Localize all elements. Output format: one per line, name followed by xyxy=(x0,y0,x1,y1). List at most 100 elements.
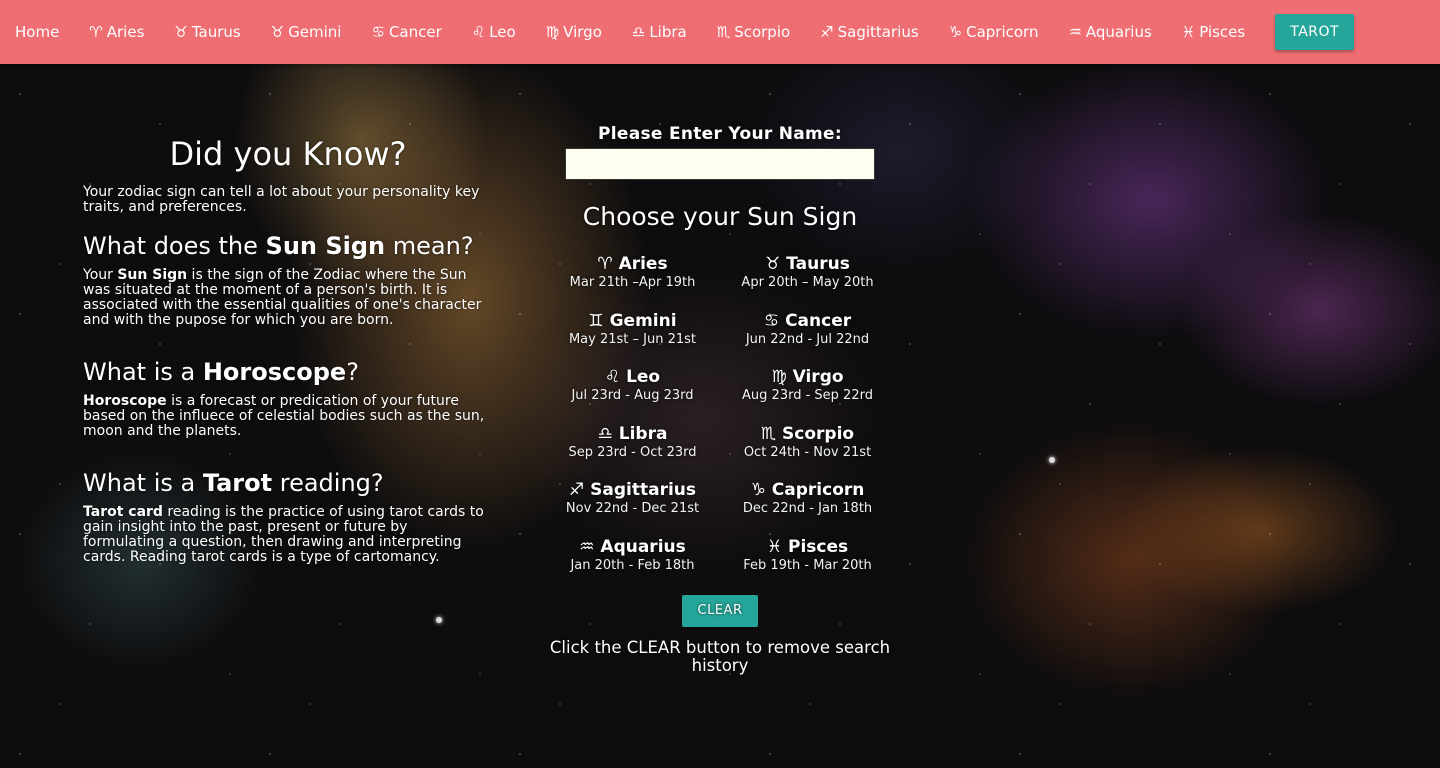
sun-sign-grid: ♈ Aries Mar 21th –Apr 19th ♉ Taurus Apr … xyxy=(545,253,895,593)
nav-link-label: Taurus xyxy=(191,23,241,41)
nav-scorpio-link[interactable]: ♏ Scorpio xyxy=(717,23,790,41)
sign-name: Leo xyxy=(626,367,661,388)
leo-icon: ♌ xyxy=(471,23,486,41)
sign-aries[interactable]: ♈ Aries Mar 21th –Apr 19th xyxy=(545,253,720,310)
info-panel: Did you Know? Your zodiac sign can tell … xyxy=(83,135,493,565)
clear-button[interactable]: CLEAR xyxy=(682,594,758,627)
pisces-icon: ♓ xyxy=(1181,23,1196,41)
virgo-icon: ♍ xyxy=(771,367,787,388)
clear-hint-text: Click the CLEAR button to remove search … xyxy=(549,637,891,675)
star-decoration xyxy=(1049,457,1055,463)
nav-link-label: Libra xyxy=(649,23,687,41)
tarot-heading: What is a Tarot reading? xyxy=(83,469,384,497)
sign-dates: Dec 22nd - Jan 18th xyxy=(742,501,873,517)
sign-name: Virgo xyxy=(792,367,844,388)
nav-leo-link[interactable]: ♌ Leo xyxy=(472,23,516,41)
star-decoration xyxy=(436,617,442,623)
info-title: Did you Know? xyxy=(169,135,407,173)
sign-sagittarius[interactable]: ♐ Sagittarius Nov 22nd - Dec 21st xyxy=(545,479,720,536)
horoscope-text: Horoscope is a forecast or predication o… xyxy=(83,393,485,439)
nav-link-label: Capricorn xyxy=(966,23,1039,41)
nav-link-label: Pisces xyxy=(1199,23,1246,41)
sign-name: Sagittarius xyxy=(590,480,697,501)
nav-link-label: Aries xyxy=(106,23,145,41)
sign-dates: Apr 20th – May 20th xyxy=(741,275,874,290)
nav-link-label: Sagittarius xyxy=(837,23,919,41)
nav-libra-link[interactable]: ♎ Libra xyxy=(632,23,687,41)
pisces-icon: ♓ xyxy=(766,536,783,557)
aries-icon: ♈ xyxy=(597,254,613,274)
name-input[interactable] xyxy=(565,148,875,180)
sign-pisces[interactable]: ♓ Pisces Feb 19th - Mar 20th xyxy=(720,536,895,593)
sign-dates: Feb 19th - Mar 20th xyxy=(743,557,872,573)
cancer-icon: ♋ xyxy=(371,23,385,41)
nav-link-label: Scorpio xyxy=(734,23,791,41)
gemini-icon: ♉ xyxy=(270,23,285,41)
sign-name: Libra xyxy=(618,423,668,444)
sign-dates: Jul 23rd - Aug 23rd xyxy=(571,388,694,404)
sign-selection-panel: Please Enter Your Name: Choose your Sun … xyxy=(545,124,895,675)
cancer-icon: ♋ xyxy=(763,310,780,331)
tarot-text: Tarot card reading is the practice of us… xyxy=(83,504,484,565)
aquarius-icon: ♒ xyxy=(579,536,595,557)
sign-aquarius[interactable]: ♒ Aquarius Jan 20th - Feb 18th xyxy=(545,536,720,593)
sign-dates: May 21st – Jun 21st xyxy=(568,331,697,347)
nav-link-label: Cancer xyxy=(388,23,442,41)
sign-name: Capricorn xyxy=(771,480,865,501)
libra-icon: ♎ xyxy=(597,423,613,444)
nav-sagittarius-link[interactable]: ♐ Sagittarius xyxy=(820,23,918,41)
sign-virgo[interactable]: ♍ Virgo Aug 23rd - Sep 22rd xyxy=(720,366,895,423)
sign-leo[interactable]: ♌ Leo Jul 23rd - Aug 23rd xyxy=(545,366,720,423)
horoscope-heading: What is a Horoscope? xyxy=(83,358,359,386)
sign-name: Taurus xyxy=(786,254,850,274)
sign-gemini[interactable]: ♊ Gemini May 21st – Jun 21st xyxy=(545,310,720,367)
nav-taurus-link[interactable]: ♉ Taurus xyxy=(174,23,240,41)
sign-capricorn[interactable]: ♑ Capricorn Dec 22nd - Jan 18th xyxy=(720,479,895,536)
sign-cancer[interactable]: ♋ Cancer Jun 22nd - Jul 22nd xyxy=(720,310,895,367)
sign-scorpio[interactable]: ♏ Scorpio Oct 24th - Nov 21st xyxy=(720,423,895,480)
nav-virgo-link[interactable]: ♍ Virgo xyxy=(546,23,602,41)
aquarius-icon: ♒ xyxy=(1068,23,1082,41)
libra-icon: ♎ xyxy=(631,23,646,41)
leo-icon: ♌ xyxy=(604,367,621,388)
nav-cancer-link[interactable]: ♋ Cancer xyxy=(371,23,441,41)
sign-taurus[interactable]: ♉ Taurus Apr 20th – May 20th xyxy=(720,253,895,310)
sign-dates: Oct 24th - Nov 21st xyxy=(743,444,872,460)
sun-sign-heading: What does the Sun Sign mean? xyxy=(83,232,474,260)
sign-dates: Mar 21th –Apr 19th xyxy=(569,275,696,290)
nav-capricorn-link[interactable]: ♑ Capricorn xyxy=(949,23,1039,41)
sagittarius-icon: ♐ xyxy=(820,23,834,41)
sign-name: Aries xyxy=(618,254,668,274)
nav-link-label: Leo xyxy=(489,23,516,41)
sun-sign-text: Your Sun Sign is the sign of the Zodiac … xyxy=(83,267,482,328)
intro-text: Your zodiac sign can tell a lot about yo… xyxy=(83,184,480,215)
nav-link-label: Gemini xyxy=(288,23,342,41)
name-label: Please Enter Your Name: xyxy=(597,124,842,144)
sign-name: Aquarius xyxy=(600,536,686,557)
nav-aquarius-link[interactable]: ♒ Aquarius xyxy=(1068,23,1151,41)
sign-name: Cancer xyxy=(785,310,852,331)
sign-dates: Jan 20th - Feb 18th xyxy=(570,557,695,573)
sign-dates: Sep 23rd - Oct 23rd xyxy=(568,444,697,460)
sagittarius-icon: ♐ xyxy=(568,480,585,501)
top-navbar: Home ♈ Aries ♉ Taurus ♉ Gemini ♋ Cancer ♌ Leo… xyxy=(0,0,1440,64)
nav-link-label: Aquarius xyxy=(1085,23,1152,41)
taurus-icon: ♉ xyxy=(174,23,188,41)
nav-aries-link[interactable]: ♈ Aries xyxy=(89,23,144,41)
tarot-button[interactable]: TAROT xyxy=(1275,14,1355,50)
nav-pisces-link[interactable]: ♓ Pisces xyxy=(1182,23,1245,41)
nav-gemini-link[interactable]: ♉ Gemini xyxy=(271,23,342,41)
virgo-icon: ♍ xyxy=(545,23,560,41)
sign-libra[interactable]: ♎ Libra Sep 23rd - Oct 23rd xyxy=(545,423,720,480)
sign-name: Scorpio xyxy=(782,423,855,444)
sign-dates: Nov 22nd - Dec 21st xyxy=(565,501,700,517)
sign-name: Gemini xyxy=(609,310,677,331)
capricorn-icon: ♑ xyxy=(750,480,766,501)
choose-sign-heading: Choose your Sun Sign xyxy=(582,202,858,231)
nav-home-link[interactable]: Home xyxy=(15,23,59,41)
scorpio-icon: ♏ xyxy=(760,423,777,444)
capricorn-icon: ♑ xyxy=(948,23,963,41)
sign-dates: Aug 23rd - Sep 22rd xyxy=(742,388,873,404)
scorpio-icon: ♏ xyxy=(716,23,731,41)
nav-link-label: Virgo xyxy=(563,23,602,41)
